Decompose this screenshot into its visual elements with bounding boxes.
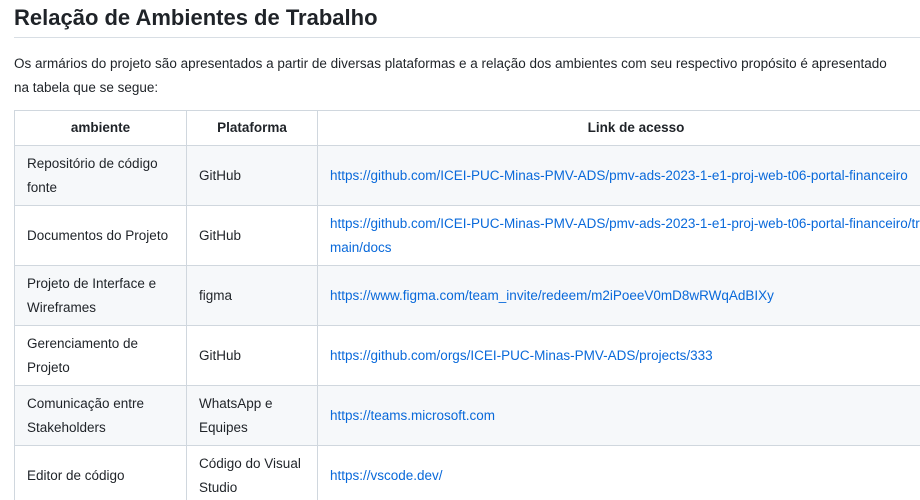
cell-ambiente: Gerenciamento de Projeto bbox=[14, 325, 187, 386]
access-link[interactable]: https://github.com/ICEI-PUC-Minas-PMV-AD… bbox=[330, 168, 908, 183]
cell-link: https://vscode.dev/ bbox=[317, 445, 920, 500]
document-page: Relação de Ambientes de Trabalho Os armá… bbox=[0, 0, 920, 500]
table-row: Gerenciamento de Projeto GitHub https://… bbox=[14, 325, 920, 386]
cell-link: https://github.com/ICEI-PUC-Minas-PMV-AD… bbox=[317, 145, 920, 206]
access-link[interactable]: https://github.com/orgs/ICEI-PUC-Minas-P… bbox=[330, 348, 713, 363]
access-link[interactable]: https://teams.microsoft.com bbox=[330, 408, 495, 423]
column-header-plataforma: Plataforma bbox=[186, 110, 318, 146]
cell-link: https://www.figma.com/team_invite/redeem… bbox=[317, 265, 920, 326]
cell-plataforma: GitHub bbox=[186, 145, 318, 206]
cell-plataforma: GitHub bbox=[186, 205, 318, 266]
access-link[interactable]: https://www.figma.com/team_invite/redeem… bbox=[330, 288, 774, 303]
cell-ambiente: Editor de código bbox=[14, 445, 187, 500]
access-link[interactable]: https://vscode.dev/ bbox=[330, 468, 443, 483]
column-header-link: Link de acesso bbox=[317, 110, 920, 146]
cell-plataforma: figma bbox=[186, 265, 318, 326]
environments-table: ambiente Plataforma Link de acesso Repos… bbox=[14, 110, 920, 500]
section-heading: Relação de Ambientes de Trabalho bbox=[14, 5, 378, 30]
cell-plataforma: GitHub bbox=[186, 325, 318, 386]
table-row: Documentos do Projeto GitHub https://git… bbox=[14, 205, 920, 266]
cell-ambiente: Repositório de código fonte bbox=[14, 145, 187, 206]
cell-link: https://teams.microsoft.com bbox=[317, 385, 920, 446]
cell-ambiente: Documentos do Projeto bbox=[14, 205, 187, 266]
cell-ambiente: Comunicação entre Stakeholders bbox=[14, 385, 187, 446]
table-row: Projeto de Interface e Wireframes figma … bbox=[14, 265, 920, 326]
table-row: Comunicação entre Stakeholders WhatsApp … bbox=[14, 385, 920, 446]
table-row: Editor de código Código do Visual Studio… bbox=[14, 445, 920, 500]
cell-link: https://github.com/orgs/ICEI-PUC-Minas-P… bbox=[317, 325, 920, 386]
intro-paragraph: Os armários do projeto são apresentados … bbox=[14, 56, 887, 95]
access-link[interactable]: https://github.com/ICEI-PUC-Minas-PMV-AD… bbox=[330, 216, 920, 255]
heading-divider bbox=[14, 37, 920, 38]
cell-ambiente: Projeto de Interface e Wireframes bbox=[14, 265, 187, 326]
table-row: Repositório de código fonte GitHub https… bbox=[14, 145, 920, 206]
table-header-row: ambiente Plataforma Link de acesso bbox=[14, 110, 920, 146]
column-header-ambiente: ambiente bbox=[14, 110, 187, 146]
cell-plataforma: Código do Visual Studio bbox=[186, 445, 318, 500]
cell-plataforma: WhatsApp e Equipes bbox=[186, 385, 318, 446]
cell-link: https://github.com/ICEI-PUC-Minas-PMV-AD… bbox=[317, 205, 920, 266]
